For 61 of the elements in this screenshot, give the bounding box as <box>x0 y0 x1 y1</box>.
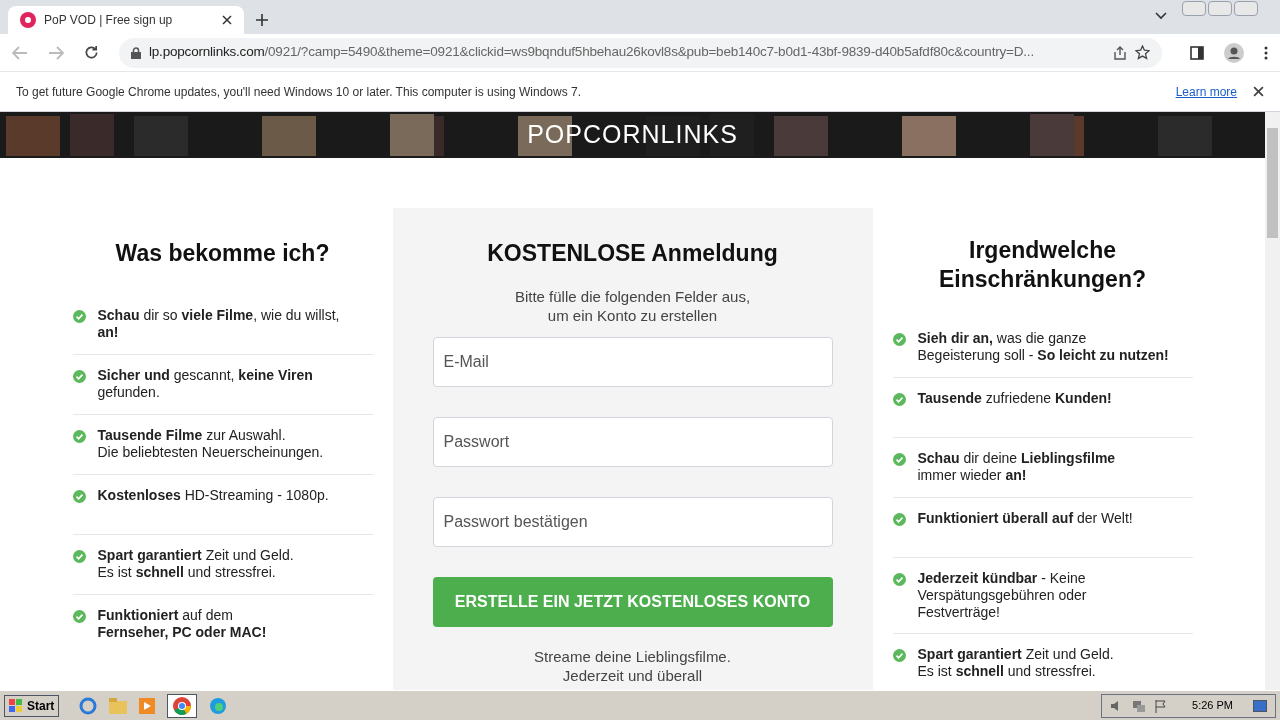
feature-text: Kostenloses HD-Streaming - 1080p. <box>97 486 329 504</box>
form-heading: KOSTENLOSE Anmeldung <box>487 239 778 268</box>
profile-icon[interactable] <box>1224 42 1244 63</box>
section-heading: Irgendwelche Einschränkungen? <box>937 236 1147 294</box>
close-icon[interactable] <box>222 15 232 25</box>
infobar-message: To get future Google Chrome updates, you'll need Windows 10 or later. This computer is using Windows 7. <box>16 83 583 101</box>
feature-text: Schau dir deine Lieblingsfilme immer wieder an! <box>917 450 1116 484</box>
check-icon <box>72 609 86 623</box>
check-icon <box>72 489 86 503</box>
url-text: lp.popcornlinks.com/0921/?camp=5490&theme=0921&clickid=ws9bqnduf5hbehau26kovl8s&pub=beb140c7-b0d1-43bf-9839-d40b5afdf80c&country=D... <box>149 43 1035 62</box>
chevron-down-icon[interactable] <box>1155 12 1167 20</box>
feature-text: Tausende zufriedene Kunden! <box>917 390 1112 407</box>
reload-icon[interactable] <box>84 45 99 60</box>
site-logo: POPCORNLINKS <box>527 119 738 151</box>
site-favicon-icon <box>20 12 36 28</box>
check-icon <box>892 573 906 586</box>
close-icon[interactable] <box>1253 86 1264 97</box>
windows-logo-icon <box>9 698 23 713</box>
check-icon <box>892 453 906 466</box>
share-icon[interactable] <box>1113 45 1127 60</box>
check-icon <box>72 429 86 443</box>
input-field[interactable]: Passwort bestätigen <box>432 496 833 547</box>
chrome-icon <box>173 696 192 715</box>
feature-text: Spart garantiert Zeit und Geld. Es ist schnell und stressfrei. <box>97 546 294 581</box>
lock-icon <box>131 46 141 59</box>
start-button[interactable]: Start <box>4 694 60 717</box>
feature-text: Spart garantiert Zeit und Geld. Es ist schnell und stressfrei. <box>917 646 1114 680</box>
address-bar[interactable]: lp.popcornlinks.com/0921/?camp=5490&theme=0921&clickid=ws9bqnduf5hbehau26kovl8s&pub=beb140c7-b0d1-43bf-9839-d40b5afdf80c&country=D... <box>119 37 1162 68</box>
check-icon <box>72 369 86 383</box>
check-icon <box>892 649 906 662</box>
feature-text: Tausende Filme zur Auswahl. Die beliebtesten Neuerscheinungen. <box>97 426 324 461</box>
side-panel-icon[interactable] <box>1190 45 1204 60</box>
clock: 5:26 PM <box>1192 698 1233 714</box>
learn-more-link[interactable]: Learn more <box>1175 82 1237 101</box>
network-icon[interactable] <box>1132 698 1147 713</box>
check-icon <box>72 549 86 563</box>
menu-icon[interactable] <box>1264 45 1268 60</box>
form-footer: Streame deine Lieblingsfilme. Jederzeit und überall <box>534 646 731 685</box>
show-desktop-icon[interactable] <box>1253 699 1267 712</box>
tab-title: PoP VOD | Free sign up <box>44 12 174 29</box>
new-tab-icon[interactable] <box>256 14 268 26</box>
check-icon <box>892 513 906 526</box>
input-field[interactable]: Passwort <box>432 416 833 467</box>
form-subtitle: Bitte fülle die folgenden Felder aus, um ein Konto zu erstellen <box>514 286 751 325</box>
browser-icon[interactable] <box>79 696 98 715</box>
section-heading: Was bekomme ich? <box>114 239 331 268</box>
star-icon[interactable] <box>1135 45 1150 60</box>
browser-tab[interactable]: PoP VOD | Free sign up <box>8 6 244 34</box>
input-field[interactable]: E-Mail <box>432 336 833 387</box>
check-icon <box>892 393 906 406</box>
scrollbar[interactable] <box>1265 112 1280 690</box>
feature-text: Sieh dir an, was die ganze Begeisterung soll - So leicht zu nutzen! <box>917 330 1169 364</box>
feature-text: Jederzeit kündbar - Keine Verspätungsgebühren oder Festverträge! <box>917 570 1087 621</box>
feature-text: Schau dir so viele Filme, wie du willst, an! <box>97 306 340 341</box>
chrome-taskbar-button[interactable] <box>167 693 198 718</box>
check-icon <box>892 333 906 346</box>
flag-icon[interactable] <box>1154 698 1169 713</box>
feature-text: Funktioniert auf dem Fernseher, PC oder MAC! <box>97 606 267 641</box>
check-icon <box>72 309 86 323</box>
feature-text: Funktioniert überall auf der Welt! <box>917 510 1133 527</box>
feature-text: Sicher und gescannt, keine Viren gefunden. <box>97 366 313 401</box>
